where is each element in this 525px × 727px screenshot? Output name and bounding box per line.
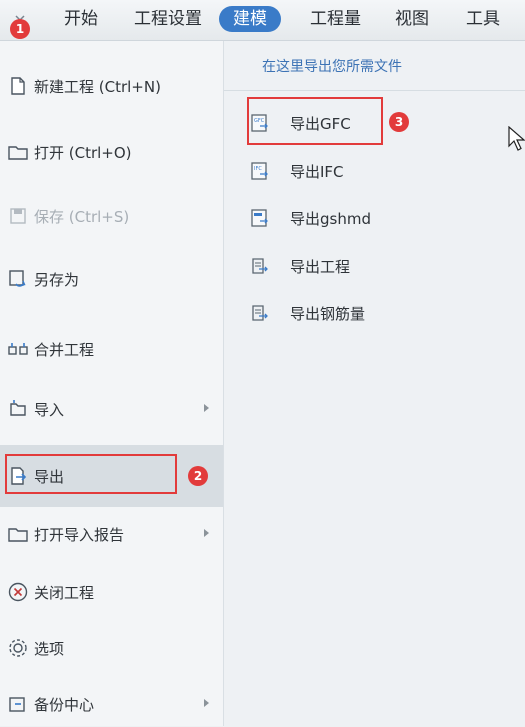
svg-text:IFC: IFC [254,166,262,172]
menu-item-label: 新建工程 (Ctrl+N) [34,77,161,96]
annotation-badge-3: 3 [389,112,409,132]
close-circle-icon [6,580,30,604]
export-gfc-item[interactable]: GFC 导出GFC [224,103,525,143]
menu-item-label: 合并工程 [34,340,95,359]
export-item-label: 导出IFC [290,162,344,181]
file-menu-panel: 新建工程 (Ctrl+N) 打开 (Ctrl+O) 保存 (Ctrl+S) 另存… [0,41,224,726]
menu-item-label: 关闭工程 [34,583,95,602]
menu-item-import[interactable]: 导入 [0,386,223,432]
export-item-label: 导出工程 [290,257,351,276]
tab-quantities[interactable]: 工程量 [304,6,367,32]
menu-item-new-project[interactable]: 新建工程 (Ctrl+N) [0,63,223,109]
tab-modeling[interactable]: 建模 [219,6,281,32]
save-as-icon [6,267,30,291]
import-icon [6,397,30,421]
annotation-badge-2: 2 [188,466,208,486]
export-rebar-item[interactable]: 导出钢筋量 [224,293,525,333]
menu-item-label: 备份中心 [34,695,95,714]
submenu-arrow-icon [204,529,209,537]
menu-item-label: 导出 [34,467,65,486]
export-rebar-icon [248,301,272,325]
export-ifc-item[interactable]: IFC 导出IFC [224,151,525,191]
menu-item-label: 保存 (Ctrl+S) [34,207,130,226]
annotation-badge-1: 1 [10,19,30,39]
gfc-file-icon: GFC [248,111,272,135]
export-item-label: 导出钢筋量 [290,304,366,323]
export-submenu-panel: 在这里导出您所需文件 GFC 导出GFC IFC 导出IFC 导出gshmd 导… [224,41,525,726]
backup-icon [6,692,30,716]
tab-view[interactable]: 视图 [389,6,435,32]
gear-icon [6,636,30,660]
export-item-label: 导出GFC [290,114,351,133]
menu-item-label: 导入 [34,400,65,419]
export-panel-header: 在这里导出您所需文件 [224,41,525,91]
menu-item-label: 另存为 [34,270,80,289]
tab-project-settings[interactable]: 工程设置 [128,6,208,32]
ifc-file-icon: IFC [248,159,272,183]
tab-tools[interactable]: 工具 [460,6,506,32]
menu-item-backup-center[interactable]: 备份中心 [0,681,223,727]
export-item-label: 导出gshmd [290,209,371,228]
export-project-icon [248,254,272,278]
export-project-item[interactable]: 导出工程 [224,246,525,286]
menu-item-save[interactable]: 保存 (Ctrl+S) [0,193,223,239]
submenu-arrow-icon [204,404,209,412]
export-gshmd-item[interactable]: 导出gshmd [224,198,525,238]
tab-start[interactable]: 开始 [58,6,104,32]
menu-item-open-import-report[interactable]: 打开导入报告 [0,511,223,557]
menu-item-open[interactable]: 打开 (Ctrl+O) [0,129,223,175]
menu-item-merge-project[interactable]: 合并工程 [0,326,223,372]
save-icon [6,204,30,228]
menu-item-close-project[interactable]: 关闭工程 [0,569,223,615]
merge-icon [6,337,30,361]
menu-item-save-as[interactable]: 另存为 [0,256,223,302]
menu-item-label: 打开导入报告 [34,525,125,544]
gshmd-file-icon [248,206,272,230]
folder-icon [6,140,30,164]
menu-item-label: 选项 [34,639,65,658]
new-file-icon [6,74,30,98]
menu-item-label: 打开 (Ctrl+O) [34,143,132,162]
mouse-cursor-icon [508,126,525,151]
svg-text:GFC: GFC [254,118,265,124]
folder-icon [6,522,30,546]
ribbon-bar: 开始 工程设置 建模 工程量 视图 工具 [0,0,525,41]
export-icon [6,464,30,488]
menu-item-options[interactable]: 选项 [0,625,223,671]
submenu-arrow-icon [204,699,209,707]
